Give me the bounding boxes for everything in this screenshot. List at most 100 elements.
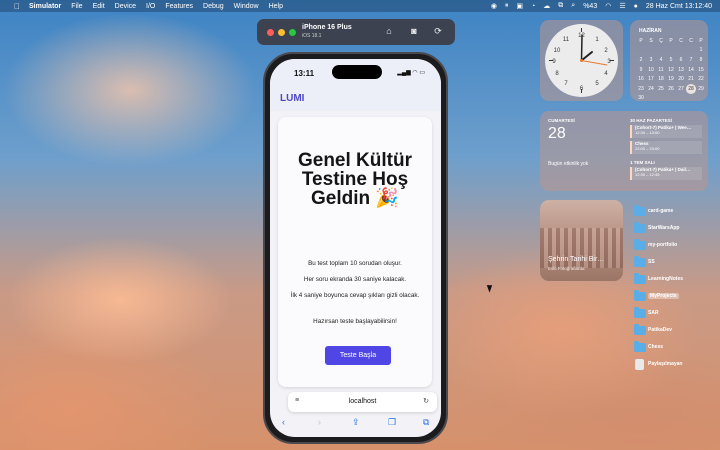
start-test-button[interactable]: Teste Başla [325,346,391,365]
clock-widget[interactable]: 1212 345 678 91011 [540,20,623,101]
calendar-day: 25 [658,85,664,92]
weekday: P [699,37,703,44]
agenda-no-events: Bugün etkinlik yok [548,161,589,167]
desktop-folder[interactable]: PatikaDev [632,324,712,338]
bookmarks-icon[interactable]: ❐ [388,417,396,428]
menu-debug[interactable]: Debug [203,3,224,10]
speed-icon[interactable]: ◔ [531,3,535,10]
calendar-day: 21 [688,76,694,83]
simulator-toolbar[interactable]: iPhone 16 Plus iOS 18.1 ⌂ ◙ ⟳ [257,19,455,45]
pause-icon[interactable]: ⏸ [505,2,509,10]
agenda-event[interactable]: (Cohort-7) Patika+ | Wee… 12:30 – 13:00 [630,125,702,138]
svg-text:5: 5 [595,81,599,87]
calendar-day: 15 [698,66,704,73]
brand-logo[interactable]: LUMI [280,93,304,104]
tabs-icon[interactable]: ⧉ [423,417,429,428]
battery-percent[interactable]: %43 [583,3,597,10]
calendar-day: 3 [649,56,653,63]
desktop-file[interactable]: Paylaşılmayan [632,358,712,372]
menu-window[interactable]: Window [234,3,259,10]
control-center-icon[interactable]: ☰ [619,2,625,10]
mouse-cursor-icon [486,283,495,293]
photo-title: Şehrin Tarihi Bir… [548,256,605,263]
safari-toolbar: ‹ › ⇪ ❐ ⧉ [270,413,441,437]
folder-label: LearningNotes [648,276,684,282]
menu-device[interactable]: Device [115,3,136,10]
folder-label: SAR [648,310,659,316]
photos-widget[interactable]: Şehrin Tarihi Bir… Eski Fotoğraflarda [540,200,623,281]
folder-icon [634,273,646,284]
folder-label: SS [648,259,655,265]
close-window-button[interactable] [267,29,274,36]
calendar-day: 30 [638,95,644,102]
menu-clock[interactable]: 28 Haz Cmt 13:12:40 [646,3,712,10]
reload-icon[interactable]: ↻ [423,397,429,405]
calendar-day [676,94,686,104]
svg-text:4: 4 [604,71,608,77]
svg-text:1: 1 [595,37,599,43]
siri-icon[interactable]: ● [634,3,638,10]
calendar-day [656,94,666,104]
search-icon[interactable]: ⌕ [571,2,575,10]
url-text[interactable]: localhost [288,398,437,405]
menu-file[interactable]: File [71,3,82,10]
calendar-widget[interactable]: HAZİRAN P S Ç P C C P 1 2 3 4 5 6 7 8 9 10 11 12 13 1… [630,20,708,101]
menu-edit[interactable]: Edit [93,3,105,10]
share-icon[interactable]: ⇪ [352,417,360,428]
menu-app-name[interactable]: Simulator [29,3,61,10]
calendar-day: 13 [678,66,684,73]
weekday: P [669,37,673,44]
weekday: C [679,37,683,44]
safari-address-bar[interactable]: ≡ localhost ↻ [288,392,437,412]
calendar-day: 7 [689,56,693,63]
zoom-window-button[interactable] [289,29,296,36]
home-icon[interactable]: ⌂ [383,26,395,36]
back-icon[interactable]: ‹ [282,417,285,427]
calendar-day: 12 [668,66,674,73]
calendar-day: 16 [638,76,644,83]
minimize-window-button[interactable] [278,29,285,36]
welcome-card: Genel Kültür Testine Hoş Geldin 🎉 Bu tes… [278,117,432,387]
calendar-day [656,46,666,56]
desktop-folder[interactable]: SAR [632,307,712,321]
desktop-folder[interactable]: card-game [632,205,712,219]
calendar-day: 9 [639,66,643,73]
wifi-icon[interactable]: ◠ [605,2,611,10]
record-icon[interactable]: ◉ [491,2,497,10]
desktop-folder[interactable]: SS [632,256,712,270]
calendar-day: 6 [679,56,683,63]
desktop-folder[interactable]: Chess [632,341,712,355]
screen-share-icon[interactable]: ▣ [516,2,523,10]
menu-io[interactable]: I/O [146,3,155,10]
svg-text:9: 9 [552,59,556,65]
folder-icon [634,341,646,352]
calendar-day: 24 [648,85,654,92]
folder-label: Chess [648,344,664,350]
ios-status-bar: 13:11 ▂▄▆ ◠ ▭ [270,59,441,85]
calendar-day [676,46,686,56]
desktop-folder[interactable]: my-portfolio [632,239,712,253]
agenda-event[interactable]: (Cohort-7) Patika+ | Dail… 12:30 – 12:45 [630,167,702,180]
agenda-event[interactable]: Chess 22:00 – 23:00 [630,141,702,154]
agenda-widget[interactable]: CUMARTESİ 28 Bugün etkinlik yok 30 HAZ P… [540,111,708,191]
screenshot-icon[interactable]: ◙ [408,26,420,36]
forward-icon[interactable]: › [318,417,321,427]
menu-extras: ◉ ⏸ ▣ ◔ ☁ ⧉ ⌕ %43 ◠ ☰ ● 28 Haz Cmt 13:12… [491,0,712,12]
menu-features[interactable]: Features [165,3,193,10]
rotate-icon[interactable]: ⟳ [432,26,444,37]
desktop-folder[interactable]: LearningNotes [632,273,712,287]
calendar-today: 28 [686,83,696,94]
calendar-day [636,46,646,56]
folder-label: card-game [648,208,674,214]
folder-label: my-portfolio [648,242,678,248]
layers-icon[interactable]: ⧉ [558,2,563,10]
calendar-day: 23 [638,85,644,92]
phone-screen: 13:11 ▂▄▆ ◠ ▭ LUMI Genel Kültür Testine … [270,59,441,437]
desktop-folder[interactable]: StarWarsApp [632,222,712,236]
menu-help[interactable]: Help [269,3,283,10]
apple-menu-icon[interactable]:  [11,2,23,11]
desktop-folder[interactable]: MyProjects [632,290,712,304]
cloud-icon[interactable]: ☁ [543,2,550,10]
svg-text:3: 3 [607,59,611,65]
status-time: 13:11 [294,69,315,78]
